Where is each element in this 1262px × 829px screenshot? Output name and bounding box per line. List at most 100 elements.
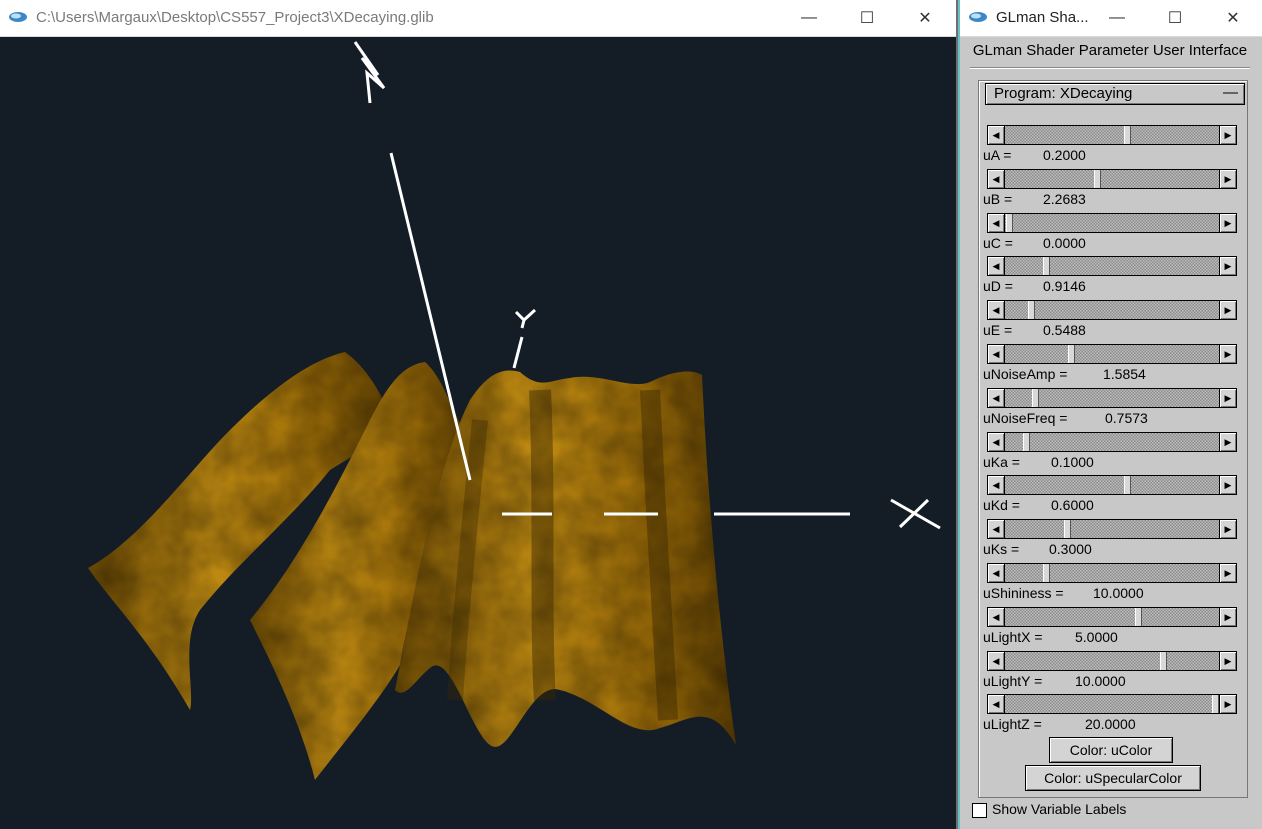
slider-right-arrow-icon[interactable]: ▶ <box>1219 520 1236 539</box>
slider-left-arrow-icon[interactable]: ◀ <box>988 388 1005 407</box>
param-row: ◀ ▶ uLightX = 5.0000 <box>983 606 1239 651</box>
slider-left-arrow-icon[interactable]: ◀ <box>988 126 1005 144</box>
slider-track[interactable] <box>1005 607 1219 626</box>
param-value: 5.0000 <box>1075 628 1118 645</box>
param-slider[interactable]: ◀ ▶ <box>987 650 1237 671</box>
slider-right-arrow-icon[interactable]: ▶ <box>1219 345 1236 363</box>
slider-right-arrow-icon[interactable]: ▶ <box>1219 257 1236 276</box>
color-uspecularcolor-button[interactable]: Color: uSpecularColor <box>1025 765 1201 791</box>
param-row: ◀ ▶ uNoiseFreq = 0.7573 <box>983 387 1239 432</box>
slider-left-arrow-icon[interactable]: ◀ <box>988 301 1005 320</box>
slider-track[interactable] <box>1005 126 1219 144</box>
color-ucolor-button[interactable]: Color: uColor <box>1049 737 1173 763</box>
maximize-button[interactable]: ☐ <box>844 0 890 36</box>
slider-thumb[interactable] <box>1094 169 1102 188</box>
y-axis-line <box>512 336 524 369</box>
slider-left-arrow-icon[interactable]: ◀ <box>988 345 1005 363</box>
param-value: 0.3000 <box>1049 541 1092 558</box>
slider-track[interactable] <box>1005 388 1219 407</box>
slider-left-arrow-icon[interactable]: ◀ <box>988 213 1005 232</box>
param-slider[interactable]: ◀ ▶ <box>987 344 1237 364</box>
param-label: uA = <box>983 147 1012 163</box>
z-axis-label <box>353 41 386 104</box>
slider-right-arrow-icon[interactable]: ▶ <box>1219 476 1236 495</box>
slider-right-arrow-icon[interactable]: ▶ <box>1219 564 1236 582</box>
slider-right-arrow-icon[interactable]: ▶ <box>1219 607 1236 626</box>
param-slider[interactable]: ◀ ▶ <box>987 431 1237 452</box>
slider-right-arrow-icon[interactable]: ▶ <box>1219 213 1236 232</box>
slider-right-arrow-icon[interactable]: ▶ <box>1219 651 1236 670</box>
slider-track[interactable] <box>1005 169 1219 188</box>
slider-right-arrow-icon[interactable]: ▶ <box>1219 432 1236 451</box>
slider-track[interactable] <box>1005 476 1219 495</box>
slider-left-arrow-icon[interactable]: ◀ <box>988 520 1005 539</box>
param-slider[interactable]: ◀ ▶ <box>987 475 1237 496</box>
param-value: 0.2000 <box>1043 147 1086 163</box>
param-label: uNoiseAmp = <box>983 366 1068 382</box>
param-value: 0.5488 <box>1043 322 1086 339</box>
close-button[interactable]: ✕ <box>902 0 948 36</box>
param-slider[interactable]: ◀ ▶ <box>987 519 1237 540</box>
slider-thumb[interactable] <box>1123 126 1131 144</box>
slider-track[interactable] <box>1005 257 1219 276</box>
maximize-button[interactable]: ☐ <box>1152 0 1198 36</box>
slider-thumb[interactable] <box>1068 345 1076 363</box>
param-slider[interactable]: ◀ ▶ <box>987 606 1237 627</box>
param-slider[interactable]: ◀ ▶ <box>987 168 1237 189</box>
glman-title-bar[interactable]: GLman Sha... — ☐ ✕ <box>960 0 1262 37</box>
slider-right-arrow-icon[interactable]: ▶ <box>1219 126 1236 144</box>
slider-track[interactable] <box>1005 213 1219 232</box>
show-variable-labels-label: Show Variable Labels <box>992 801 1127 817</box>
slider-track[interactable] <box>1005 345 1219 363</box>
slider-thumb[interactable] <box>1160 651 1168 670</box>
viewer-title-bar[interactable]: C:\Users\Margaux\Desktop\CS557_Project3\… <box>0 0 956 37</box>
param-slider[interactable]: ◀ ▶ <box>987 125 1237 145</box>
slider-thumb[interactable] <box>1123 476 1131 495</box>
slider-right-arrow-icon[interactable]: ▶ <box>1219 301 1236 320</box>
slider-thumb[interactable] <box>1023 432 1031 451</box>
slider-left-arrow-icon[interactable]: ◀ <box>988 651 1005 670</box>
param-value: 2.2683 <box>1043 190 1086 207</box>
param-slider[interactable]: ◀ ▶ <box>987 256 1237 277</box>
slider-right-arrow-icon[interactable]: ▶ <box>1219 695 1236 714</box>
slider-thumb[interactable] <box>1027 301 1035 320</box>
param-slider[interactable]: ◀ ▶ <box>987 387 1237 408</box>
program-rollout-button[interactable]: Program: XDecaying — <box>985 83 1245 105</box>
slider-left-arrow-icon[interactable]: ◀ <box>988 607 1005 626</box>
slider-right-arrow-icon[interactable]: ▶ <box>1219 169 1236 188</box>
slider-left-arrow-icon[interactable]: ◀ <box>988 257 1005 276</box>
param-slider[interactable]: ◀ ▶ <box>987 300 1237 321</box>
param-value: 1.5854 <box>1103 366 1146 382</box>
slider-track[interactable] <box>1005 301 1219 320</box>
param-slider[interactable]: ◀ ▶ <box>987 694 1237 715</box>
slider-thumb[interactable] <box>1064 520 1072 539</box>
slider-track[interactable] <box>1005 651 1219 670</box>
show-variable-labels-checkbox[interactable] <box>972 803 987 818</box>
slider-track[interactable] <box>1005 695 1219 714</box>
slider-left-arrow-icon[interactable]: ◀ <box>988 476 1005 495</box>
param-row: ◀ ▶ uB = 2.2683 <box>983 168 1239 213</box>
slider-thumb[interactable] <box>1042 257 1050 276</box>
slider-thumb[interactable] <box>1006 213 1014 232</box>
slider-track[interactable] <box>1005 520 1219 539</box>
minimize-button[interactable]: — <box>1094 0 1140 36</box>
slider-thumb[interactable] <box>1042 564 1050 582</box>
slider-thumb[interactable] <box>1134 607 1142 626</box>
param-value: 0.7573 <box>1105 409 1148 426</box>
slider-left-arrow-icon[interactable]: ◀ <box>988 169 1005 188</box>
slider-left-arrow-icon[interactable]: ◀ <box>988 432 1005 451</box>
slider-left-arrow-icon[interactable]: ◀ <box>988 695 1005 714</box>
slider-track[interactable] <box>1005 564 1219 582</box>
param-slider[interactable]: ◀ ▶ <box>987 563 1237 583</box>
minimize-button[interactable]: — <box>786 0 832 36</box>
slider-right-arrow-icon[interactable]: ▶ <box>1219 388 1236 407</box>
param-slider[interactable]: ◀ ▶ <box>987 212 1237 233</box>
close-button[interactable]: ✕ <box>1210 0 1256 36</box>
param-label: uShininess = <box>983 585 1064 601</box>
slider-left-arrow-icon[interactable]: ◀ <box>988 564 1005 582</box>
slider-thumb[interactable] <box>1211 695 1219 714</box>
slider-thumb[interactable] <box>1031 388 1039 407</box>
slider-track[interactable] <box>1005 432 1219 451</box>
render-viewport[interactable] <box>0 37 956 829</box>
param-label: uLightX = <box>983 628 1043 645</box>
